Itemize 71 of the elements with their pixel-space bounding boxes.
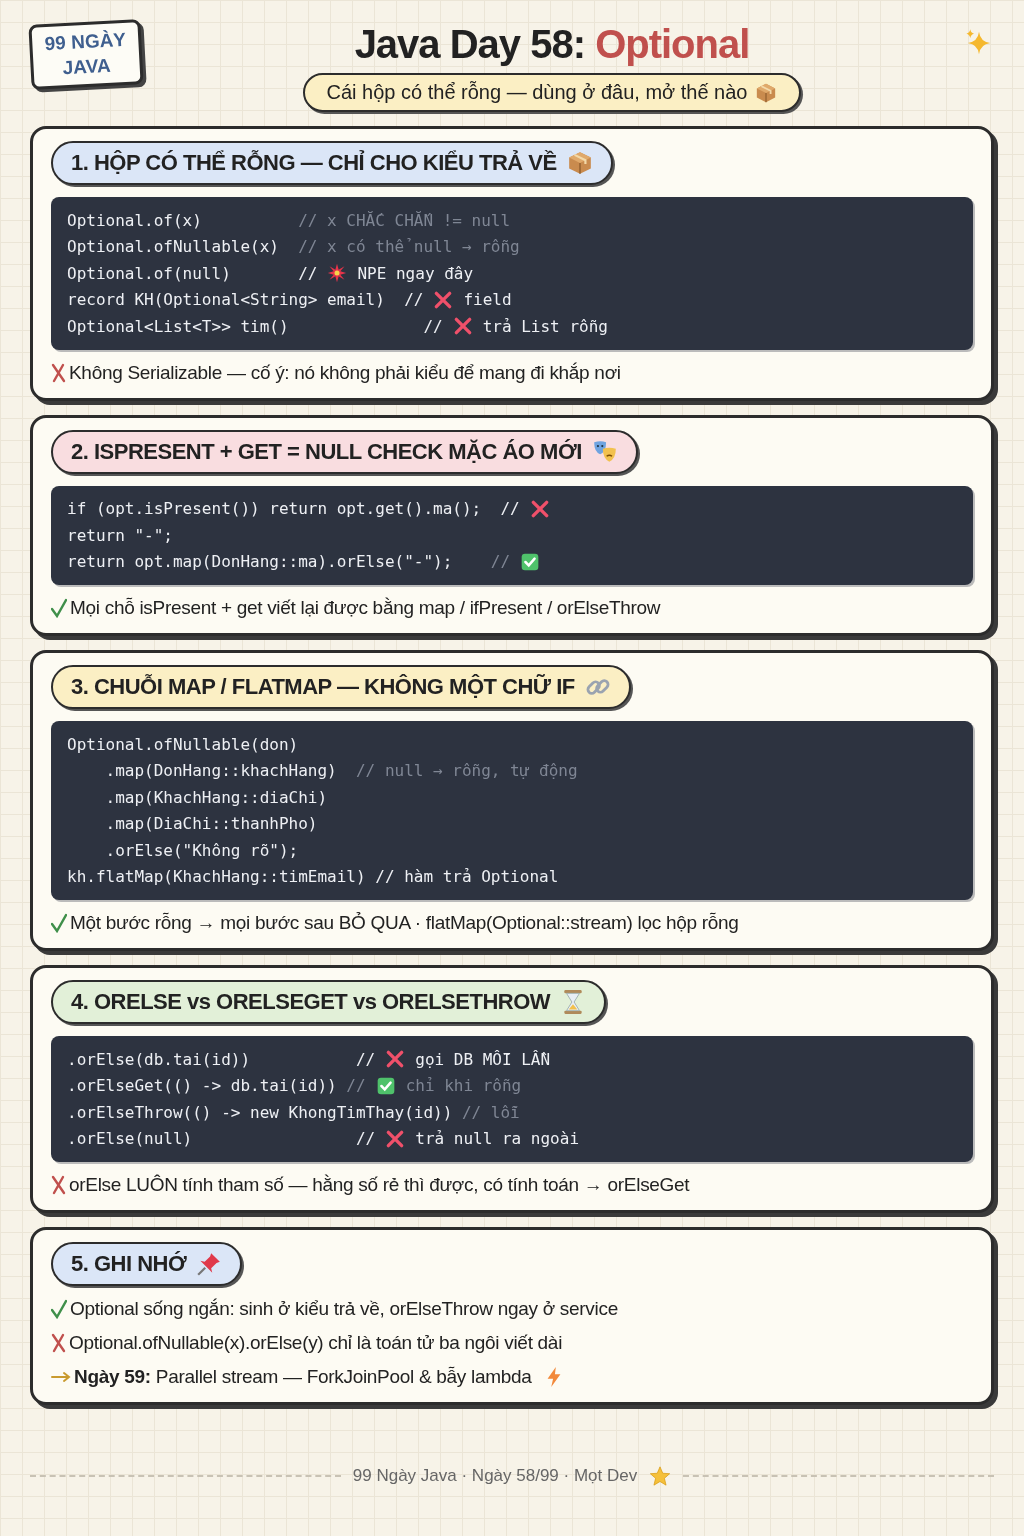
code-comment: //: [423, 316, 443, 336]
pushpin-icon: [196, 1251, 223, 1277]
code-text: .orElseThrow(() -> new KhongTimThay(id)): [67, 1102, 454, 1122]
note-text: Optional sống ngắn: sinh ở kiểu trả về, orElseThrow ngay ở service: [70, 1298, 618, 1320]
code-text: Optional.of(x): [67, 210, 203, 230]
arrow-icon: [51, 1371, 71, 1383]
cross-icon: [529, 498, 550, 519]
note-text: Không Serializable — cố ý: nó không phải kiểu để mang đi khắp nơi: [69, 361, 621, 384]
code-text: .map(DonHang::khachHang): [104, 761, 338, 781]
code-text: .map(DiaChi::thanhPho): [104, 814, 318, 834]
code-comment: //: [356, 1049, 376, 1069]
code-comment: //: [298, 263, 318, 283]
code-comment: //: [356, 1129, 376, 1149]
code-text: Optional.of(null): [67, 263, 232, 283]
code-text: return "-";: [67, 525, 173, 545]
star-icon: [649, 1465, 672, 1487]
code-text: kh.flatMap(KhachHang::timEmail): [67, 867, 367, 887]
code-text: .orElseGet(() -> db.tai(id)): [67, 1076, 338, 1096]
code-comment: //: [500, 499, 520, 519]
code-comment: trả null ra ngoài: [415, 1129, 579, 1149]
section-heading: 4. ORELSE vs ORELSEGET vs ORELSETHROW: [51, 980, 607, 1024]
code-text: Optional.ofNullable(x): [67, 237, 280, 257]
cross-icon: [433, 289, 454, 310]
code-comment: trả List rỗng: [482, 316, 608, 336]
code-text: Optional.ofNullable(don): [67, 734, 299, 754]
cross-icon: [452, 316, 473, 337]
check-mark-icon: [51, 1299, 67, 1319]
cross-icon: [385, 1049, 406, 1070]
code-text: .map(KhachHang::diaChi): [104, 787, 328, 807]
code-comment: gọi DB MỖI LẦN: [415, 1049, 551, 1069]
code-comment: //: [490, 552, 511, 572]
section-heading: 1. HỘP CÓ THỂ RỖNG — CHỈ CHO KIỂU TRẢ VỀ: [51, 141, 613, 185]
code-comment: //: [404, 290, 424, 310]
code-comment: // x CHẮC CHẮN != null: [298, 210, 511, 230]
code-comment: // hàm trả Optional: [375, 867, 559, 887]
note-text: Optional.ofNullable(x).orElse(y) chỉ là toán tử ba ngôi viết dài: [69, 1332, 563, 1354]
code-text: .orElse("Không rõ");: [104, 840, 299, 860]
check-mark-icon: [51, 598, 67, 618]
code-comment: NPE ngay đây: [357, 263, 474, 283]
footer-text: 99 Ngày Java · Ngày 58/99 · Mọt Dev: [352, 1466, 638, 1486]
check-mark-icon: [51, 913, 67, 933]
code-comment: field: [463, 290, 512, 310]
code-text: .orElse(null): [67, 1129, 194, 1149]
subtitle-banner: Cái hộp có thể rỗng — dùng ở đâu, mở thế nào: [302, 73, 802, 112]
code-comment: chỉ khi rỗng: [405, 1076, 522, 1096]
check-box-icon: [375, 1075, 396, 1096]
code-text: record KH(Optional<String> email): [67, 290, 386, 310]
note-text: Ngày 59: Parallel stream — ForkJoinPool & bẫy lambda: [74, 1366, 532, 1388]
cross-mark-icon: [51, 362, 66, 383]
note-text: Mọi chỗ isPresent + get viết lại được bằng map / ifPresent / orElseThrow: [70, 597, 661, 619]
code-text: if (opt.isPresent()) return opt.get().ma();: [67, 499, 483, 519]
code-text: .orElse(db.tai(id)): [67, 1049, 252, 1069]
section-heading: 3. CHUỖI MAP / FLATMAP — KHÔNG MỘT CHỮ IF: [51, 665, 631, 709]
cross-icon: [385, 1128, 406, 1149]
page-title: Java Day 58: Optional: [354, 22, 750, 67]
code-comment: // x có thể null → rỗng: [298, 237, 520, 257]
cross-mark-icon: [51, 1333, 66, 1353]
code-comment: // null → rỗng, tự động: [356, 761, 578, 781]
box-icon: [566, 150, 593, 176]
section-heading: 2. ISPRESENT + GET = NULL CHECK MẶC ÁO MỚI: [51, 429, 638, 474]
section-heading: 5. GHI NHỚ: [51, 1242, 243, 1286]
cross-mark-icon: [51, 1175, 66, 1195]
code-text: Optional<List<T>> tim(): [67, 316, 290, 336]
code-comment: // lỗi: [461, 1102, 520, 1122]
check-box-icon: [520, 551, 541, 572]
code-text: return opt.map(DonHang::ma).orElse("-");: [67, 552, 454, 572]
theater-masks-icon: [591, 438, 618, 465]
box-icon: [755, 81, 778, 104]
code-comment: //: [346, 1076, 366, 1096]
note-text: Một bước rỗng → mọi bước sau BỎ QUA · flatMap(Optional::stream) lọc hộp rỗng: [70, 912, 739, 934]
note-text: orElse LUÔN tính tham số — hằng số rẻ thì được, có tính toán → orElseGet: [69, 1174, 690, 1196]
